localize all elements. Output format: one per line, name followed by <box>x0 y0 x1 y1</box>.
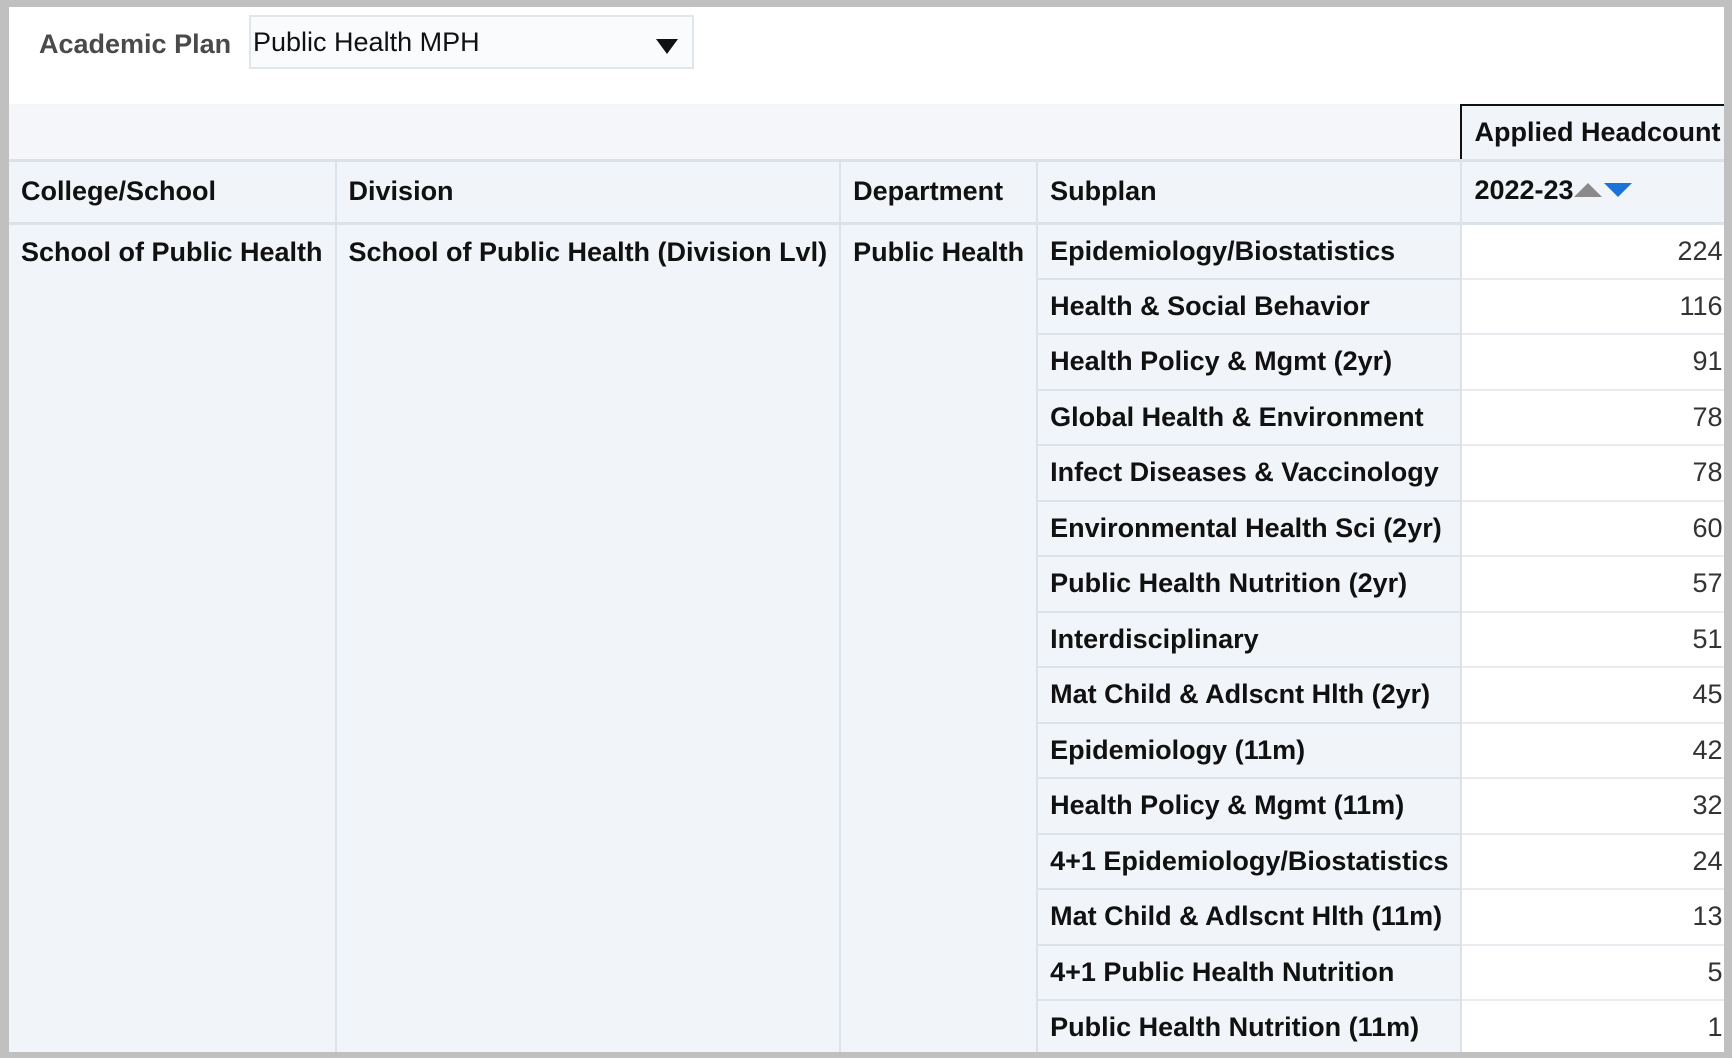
column-header-department[interactable]: Department <box>840 160 1039 225</box>
subplan-cell: Health Policy & Mgmt (2yr) <box>1037 334 1463 391</box>
chevron-down-icon[interactable] <box>656 39 678 54</box>
measure-header-spacer <box>9 105 1462 162</box>
division-cell: School of Public Health (Division Lvl) <box>335 223 842 1052</box>
subplan-cell: 4+1 Epidemiology/Biostatistics <box>1037 833 1463 890</box>
academic-plan-dropdown[interactable]: Public Health MPH <box>249 15 694 69</box>
subplan-cell: Environmental Health Sci (2yr) <box>1037 500 1463 557</box>
column-header-row: College/School Division Department Subpl… <box>9 160 1724 225</box>
subplan-cell: Epidemiology (11m) <box>1037 722 1463 779</box>
column-header-subplan[interactable]: Subplan <box>1037 160 1463 225</box>
headcount-cell: 91 <box>1461 334 1724 391</box>
headcount-cell: 51 <box>1461 611 1724 668</box>
table-row: School of Public Health School of Public … <box>9 223 1724 1052</box>
sort-ascending-icon[interactable] <box>1573 182 1602 197</box>
subplan-cell: Global Health & Environment <box>1037 389 1463 446</box>
academic-plan-label: Academic Plan <box>39 29 232 59</box>
headcount-cell: 1 <box>1461 1000 1724 1052</box>
headcount-cell: 5 <box>1461 944 1724 1001</box>
subplan-cell: Public Health Nutrition (2yr) <box>1037 556 1463 613</box>
column-header-division[interactable]: Division <box>335 160 842 225</box>
subplan-cell: Health Policy & Mgmt (11m) <box>1037 778 1463 835</box>
subplan-cell: Infect Diseases & Vaccinology <box>1037 445 1463 502</box>
prompt-bar: Academic Plan Public Health MPH <box>9 7 1724 97</box>
academic-plan-selected-value: Public Health MPH <box>253 27 480 57</box>
subplan-cell: Interdisciplinary <box>1037 611 1463 668</box>
subplan-cell: 4+1 Public Health Nutrition <box>1037 944 1463 1001</box>
pivot-table-container: Applied Headcount College/School Divisio… <box>9 104 1724 1052</box>
headcount-cell: 78 <box>1461 389 1724 446</box>
measure-header-row: Applied Headcount <box>9 104 1724 162</box>
headcount-cell: 13 <box>1461 889 1724 946</box>
pivot-table: Applied Headcount College/School Divisio… <box>9 104 1724 1052</box>
subplan-cell: Epidemiology/Biostatistics <box>1037 223 1463 280</box>
column-header-college-school[interactable]: College/School <box>9 160 337 225</box>
headcount-cell: 224 <box>1461 223 1724 280</box>
college-cell: School of Public Health <box>9 223 337 1052</box>
department-cell: Public Health <box>840 223 1039 1052</box>
headcount-cell: 78 <box>1461 445 1724 502</box>
measure-header-applied-headcount: Applied Headcount <box>1460 104 1724 162</box>
sort-controls <box>1573 173 1632 204</box>
headcount-cell: 116 <box>1461 278 1724 335</box>
column-header-2022-23[interactable]: 2022-23 <box>1461 160 1724 225</box>
headcount-cell: 45 <box>1461 667 1724 724</box>
column-header-2022-23-label: 2022-23 <box>1474 175 1574 206</box>
subplan-cell: Mat Child & Adlscnt Hlth (2yr) <box>1037 667 1463 724</box>
headcount-cell: 60 <box>1461 500 1724 557</box>
sort-descending-icon[interactable] <box>1603 182 1632 197</box>
subplan-cell: Public Health Nutrition (11m) <box>1037 1000 1463 1052</box>
headcount-cell: 24 <box>1461 833 1724 890</box>
subplan-cell: Health & Social Behavior <box>1037 278 1463 335</box>
report-panel: Academic Plan Public Health MPH Applied … <box>9 7 1724 1052</box>
headcount-cell: 57 <box>1461 556 1724 613</box>
table-body: School of Public Health School of Public … <box>9 223 1724 1052</box>
subplan-cell: Mat Child & Adlscnt Hlth (11m) <box>1037 889 1463 946</box>
headcount-cell: 42 <box>1461 722 1724 779</box>
headcount-cell: 32 <box>1461 778 1724 835</box>
